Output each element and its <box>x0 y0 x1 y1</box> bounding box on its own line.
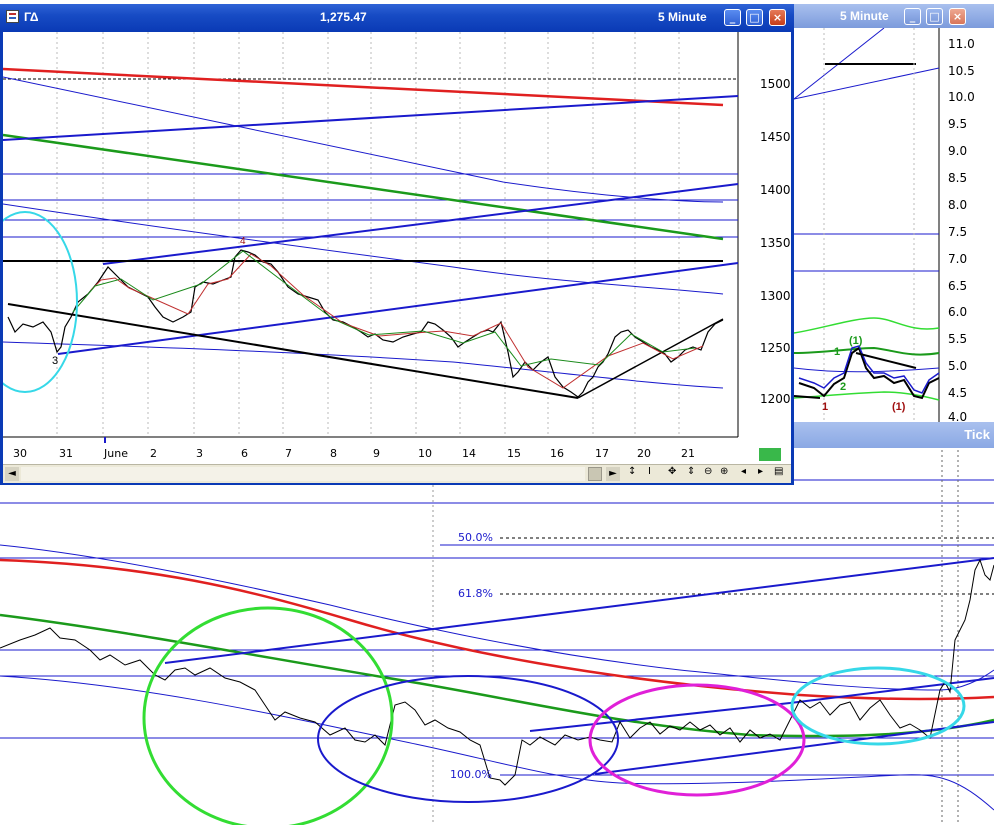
x-axis-label: 15 <box>507 447 521 460</box>
second-window-titlebar[interactable]: 5 Minute _ □ × <box>794 4 994 28</box>
x-axis-label: 7 <box>285 447 292 460</box>
tick-window-titlebar[interactable]: Tick <box>794 422 994 448</box>
second-y-label: 11.0 <box>948 37 975 51</box>
scroll-left-button[interactable]: ◄ <box>5 467 19 481</box>
fib-label-61-8: 61.8% <box>458 587 493 600</box>
x-axis-label: 20 <box>637 447 651 460</box>
second-y-label: 4.5 <box>948 386 968 400</box>
maximize-button[interactable]: □ <box>746 9 763 26</box>
fib-label-100: 100.0% <box>450 768 492 781</box>
second-y-label: 8.5 <box>948 171 968 185</box>
sync-icon[interactable]: ↕ <box>628 466 636 477</box>
zoom-in-icon[interactable]: ⊕ <box>720 466 728 477</box>
x-axis-label: 30 <box>13 447 27 460</box>
x-axis-label: 10 <box>418 447 432 460</box>
second-y-label: 8.0 <box>948 198 968 212</box>
y-axis-label: 1500 <box>760 77 791 91</box>
second-maximize-button[interactable]: □ <box>926 8 943 25</box>
close-button[interactable]: × <box>769 9 786 26</box>
scroll-left-icon[interactable]: ◂ <box>741 466 746 477</box>
y-axis-label: 1450 <box>760 130 791 144</box>
x-axis-label: 14 <box>462 447 476 460</box>
symbol-label: ΓΔ <box>24 10 39 24</box>
second-y-label: 10.5 <box>948 64 975 78</box>
x-axis-label: June <box>104 447 128 460</box>
x-axis-label: 21 <box>681 447 695 460</box>
second-y-label: 4.0 <box>948 410 968 424</box>
second-y-label: 10.0 <box>948 90 975 104</box>
second-minimize-button[interactable]: _ <box>904 8 921 25</box>
main-window-titlebar[interactable]: ΓΔ 1,275.47 5 Minute _ □ × <box>0 4 794 32</box>
scroll-thumb[interactable] <box>588 467 602 481</box>
wave-label-3: 3 <box>52 355 59 367</box>
x-axis-label: 17 <box>595 447 609 460</box>
scroll-right-icon[interactable]: ▸ <box>758 466 763 477</box>
x-axis-label: 31 <box>59 447 73 460</box>
main-price-chart <box>3 32 791 442</box>
x-axis-label: 3 <box>196 447 203 460</box>
last-price-label: 1,275.47 <box>320 10 367 24</box>
x-axis-label: 8 <box>330 447 337 460</box>
second-y-label: 5.0 <box>948 359 968 373</box>
tick-window-title: Tick <box>964 427 990 442</box>
second-y-label: 9.5 <box>948 117 968 131</box>
second-y-label: 7.0 <box>948 252 968 266</box>
y-axis-label: 1250 <box>760 341 791 355</box>
main-chart-window: ΓΔ 1,275.47 5 Minute _ □ × 3 4 1500 1450… <box>0 4 794 485</box>
flag-icon[interactable] <box>759 448 781 461</box>
second-y-label: 6.0 <box>948 305 968 319</box>
scroll-right-button[interactable]: ► <box>606 467 620 481</box>
minimize-button[interactable]: _ <box>724 9 741 26</box>
interval-label: 5 Minute <box>658 10 707 24</box>
horizontal-scrollbar[interactable]: ◄ ► ↕ I ✥ ⇕ ⊖ ⊕ ◂ ▸ ▤ <box>3 464 791 483</box>
x-axis-label: 16 <box>550 447 564 460</box>
second-chart-window: 5 Minute _ □ × 1 (1) 2 1 (1) 11.0 10.5 1… <box>794 4 994 424</box>
second-window-interval: 5 Minute <box>840 9 889 23</box>
x-axis-label: 2 <box>150 447 157 460</box>
y-axis-label: 1200 <box>760 392 791 406</box>
second-y-label: 7.5 <box>948 225 968 239</box>
y-axis-label: 1350 <box>760 236 791 250</box>
vertical-scale-icon[interactable]: ⇕ <box>687 466 695 477</box>
cursor-icon[interactable]: I <box>648 466 651 477</box>
second-wave-label-1-red: 1 <box>822 401 829 413</box>
wave-label-4: 4 <box>240 236 246 247</box>
y-axis-label: 1300 <box>760 289 791 303</box>
data-window-icon[interactable]: ▤ <box>774 466 783 477</box>
second-y-label: 6.5 <box>948 279 968 293</box>
scroll-track[interactable] <box>21 467 585 481</box>
x-axis-label: 6 <box>241 447 248 460</box>
second-wave-label-1: 1 <box>834 346 841 358</box>
volume-tick <box>104 437 106 443</box>
fib-label-50: 50.0% <box>458 531 493 544</box>
zoom-out-icon[interactable]: ⊖ <box>704 466 712 477</box>
second-wave-label-1p: (1) <box>849 335 863 347</box>
y-axis-label: 1400 <box>760 183 791 197</box>
second-wave-label-2: 2 <box>840 381 847 393</box>
second-y-label: 9.0 <box>948 144 968 158</box>
second-close-button[interactable]: × <box>949 8 966 25</box>
chart-window-icon[interactable] <box>6 10 19 23</box>
x-axis-label: 9 <box>373 447 380 460</box>
second-y-label: 5.5 <box>948 332 968 346</box>
second-wave-label-1p-red: (1) <box>892 401 906 413</box>
move-icon[interactable]: ✥ <box>668 466 676 477</box>
